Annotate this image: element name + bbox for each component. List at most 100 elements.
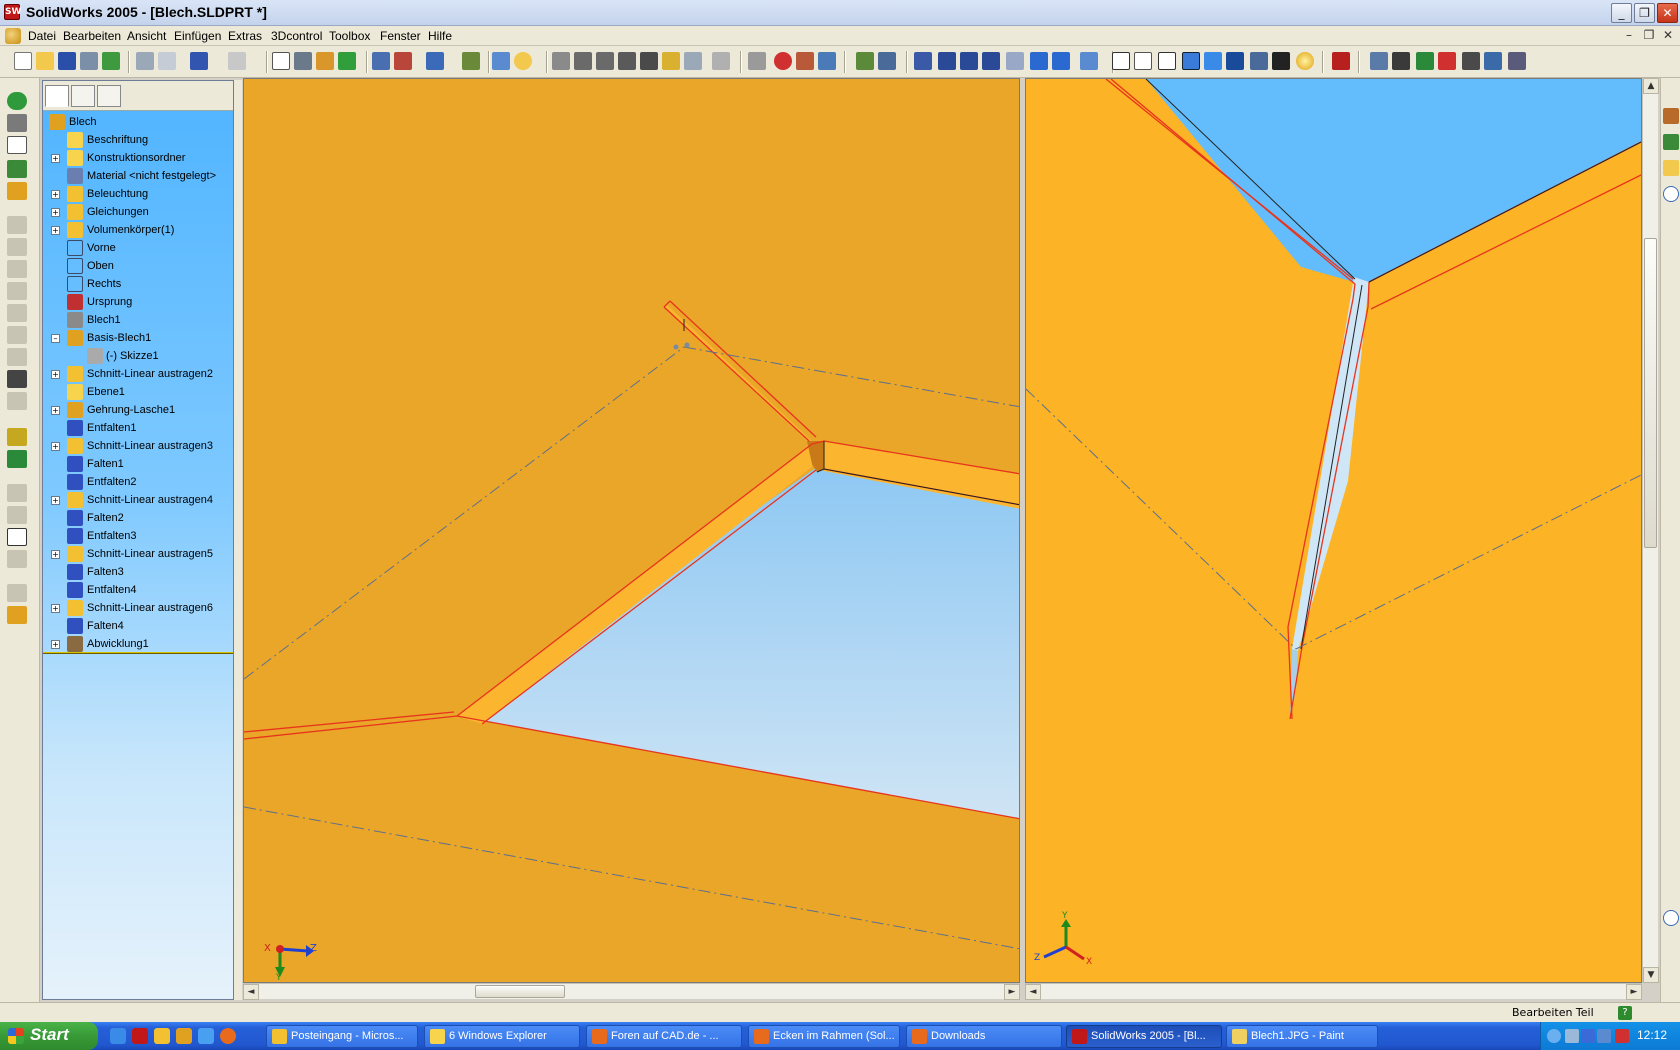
reference-geometry-icon[interactable]: [7, 182, 27, 200]
tray-network-icon[interactable]: [1565, 1029, 1579, 1043]
taskbar-button[interactable]: 6 Windows Explorer: [424, 1025, 580, 1048]
tree-item[interactable]: + Schnitt-Linear austragen2: [43, 365, 233, 383]
jog-tool-icon[interactable]: [7, 304, 27, 322]
expand-toggle[interactable]: +: [51, 406, 60, 415]
tree-item[interactable]: – Basis-Blech1: [43, 329, 233, 347]
scroll-left-button[interactable]: ◄: [1025, 984, 1041, 1000]
expand-toggle[interactable]: +: [51, 640, 60, 649]
solidworks-quicklaunch-icon[interactable]: [132, 1028, 148, 1044]
print-preview-icon[interactable]: [136, 52, 154, 70]
select-filter-icon[interactable]: [294, 52, 312, 70]
extruded-cut-tool-icon[interactable]: [7, 428, 27, 446]
show-desktop-icon[interactable]: [110, 1028, 126, 1044]
vector-icon[interactable]: [618, 52, 636, 70]
firefox-quicklaunch-icon[interactable]: [220, 1028, 236, 1044]
features-icon[interactable]: [7, 92, 27, 110]
curvature-icon[interactable]: [1272, 52, 1290, 70]
collapse-pane-icon[interactable]: [1663, 186, 1679, 202]
zoom-fit-icon[interactable]: [938, 52, 956, 70]
menu-toolbox[interactable]: Toolbox: [329, 29, 370, 43]
media-quicklaunch-icon[interactable]: [176, 1028, 192, 1044]
restore-button[interactable]: ❐: [1634, 3, 1655, 23]
expand-toggle[interactable]: +: [51, 190, 60, 199]
tree-item[interactable]: Ursprung: [43, 293, 233, 311]
components-icon[interactable]: [1508, 52, 1526, 70]
properties-icon[interactable]: [492, 52, 510, 70]
macro-edit-icon[interactable]: [878, 52, 896, 70]
tree-item[interactable]: + Gleichungen: [43, 203, 233, 221]
scroll-right-button[interactable]: ►: [1004, 984, 1020, 1000]
mass-properties-icon[interactable]: [796, 52, 814, 70]
expand-toggle[interactable]: +: [51, 442, 60, 451]
rebuild-icon[interactable]: [316, 52, 334, 70]
rotate-part-icon[interactable]: [684, 52, 702, 70]
shaded-with-edges-icon[interactable]: [1182, 52, 1200, 70]
smartmates-icon[interactable]: [1484, 52, 1502, 70]
tree-item[interactable]: + Schnitt-Linear austragen6: [43, 599, 233, 617]
taskbar-button[interactable]: SolidWorks 2005 - [Bl...: [1066, 1025, 1222, 1048]
graphics-viewport-left[interactable]: X Z Y: [243, 78, 1020, 983]
expand-pane-icon[interactable]: [1663, 910, 1679, 926]
expand-toggle[interactable]: +: [51, 208, 60, 217]
insert-component-icon[interactable]: [1370, 52, 1388, 70]
tree-item[interactable]: Vorne: [43, 239, 233, 257]
menu-hilfe[interactable]: Hilfe: [428, 29, 452, 43]
menu-3dcontrol[interactable]: 3Dcontrol: [271, 29, 322, 43]
tree-root-item[interactable]: Blech: [43, 113, 233, 131]
panel-splitter[interactable]: [234, 80, 242, 1000]
insert-bends-tool-icon[interactable]: [7, 606, 27, 624]
expand-toggle[interactable]: +: [51, 550, 60, 559]
scroll-thumb[interactable]: [1644, 238, 1657, 548]
taskbar-button[interactable]: Downloads: [906, 1025, 1062, 1048]
flatten-tool-icon[interactable]: [7, 528, 27, 546]
sketch-point[interactable]: [684, 342, 690, 348]
no-bends-tool-icon[interactable]: [7, 550, 27, 568]
tree-item[interactable]: + Gehrung-Lasche1: [43, 401, 233, 419]
menu-ansicht[interactable]: Ansicht: [127, 29, 166, 43]
dome-icon[interactable]: [662, 52, 680, 70]
tree-item[interactable]: + Beleuchtung: [43, 185, 233, 203]
sketch-tools-icon[interactable]: [7, 114, 27, 132]
tree-item[interactable]: Falten4: [43, 617, 233, 635]
new-document-icon[interactable]: [14, 52, 32, 70]
line-icon[interactable]: [596, 52, 614, 70]
closed-corner-tool-icon[interactable]: [7, 348, 27, 366]
tree-item[interactable]: + Volumenkörper(1): [43, 221, 233, 239]
tree-item[interactable]: Entfalten4: [43, 581, 233, 599]
solidworks-app-icon[interactable]: SW: [4, 4, 21, 20]
tree-item[interactable]: Falten1: [43, 455, 233, 473]
expand-toggle[interactable]: +: [51, 496, 60, 505]
arc-icon[interactable]: [574, 52, 592, 70]
previous-view-icon[interactable]: [914, 52, 932, 70]
simple-hole-tool-icon[interactable]: [7, 450, 27, 468]
macro-run-icon[interactable]: [856, 52, 874, 70]
realview-icon[interactable]: [1296, 52, 1314, 70]
taskbar-button[interactable]: Blech1.JPG - Paint: [1226, 1025, 1378, 1048]
break-corner-tool-icon[interactable]: [7, 392, 27, 410]
rip-tool-icon[interactable]: [7, 584, 27, 602]
publish-icon[interactable]: [102, 52, 120, 70]
tree-item[interactable]: Beschriftung: [43, 131, 233, 149]
tree-item[interactable]: Material <nicht festgelegt>: [43, 167, 233, 185]
mdi-close-button[interactable]: ✕: [1660, 28, 1676, 42]
model-view-right[interactable]: [1026, 79, 1642, 983]
tree-item[interactable]: Blech1: [43, 311, 233, 329]
taskbar-button[interactable]: Ecken im Rahmen (Sol...: [748, 1025, 900, 1048]
sensor-icon[interactable]: [818, 52, 836, 70]
menu-fenster[interactable]: Fenster: [380, 29, 421, 43]
tree-item[interactable]: + Schnitt-Linear austragen4: [43, 491, 233, 509]
tree-item[interactable]: Oben: [43, 257, 233, 275]
tree-item[interactable]: Entfalten3: [43, 527, 233, 545]
expand-toggle[interactable]: +: [51, 226, 60, 235]
start-button[interactable]: Start: [0, 1022, 98, 1050]
tree-item[interactable]: + Schnitt-Linear austragen5: [43, 545, 233, 563]
tab-property-manager[interactable]: [71, 85, 95, 107]
tab-configuration-manager[interactable]: [97, 85, 121, 107]
pan-icon[interactable]: [1052, 52, 1070, 70]
measure-icon[interactable]: [748, 52, 766, 70]
tree-item[interactable]: Rechts: [43, 275, 233, 293]
tray-monitor-icon[interactable]: [1581, 1029, 1595, 1043]
miter-flange-tool-icon[interactable]: [7, 260, 27, 278]
print-icon[interactable]: [80, 52, 98, 70]
graphics-viewport-right[interactable]: Y Z X: [1025, 78, 1642, 983]
